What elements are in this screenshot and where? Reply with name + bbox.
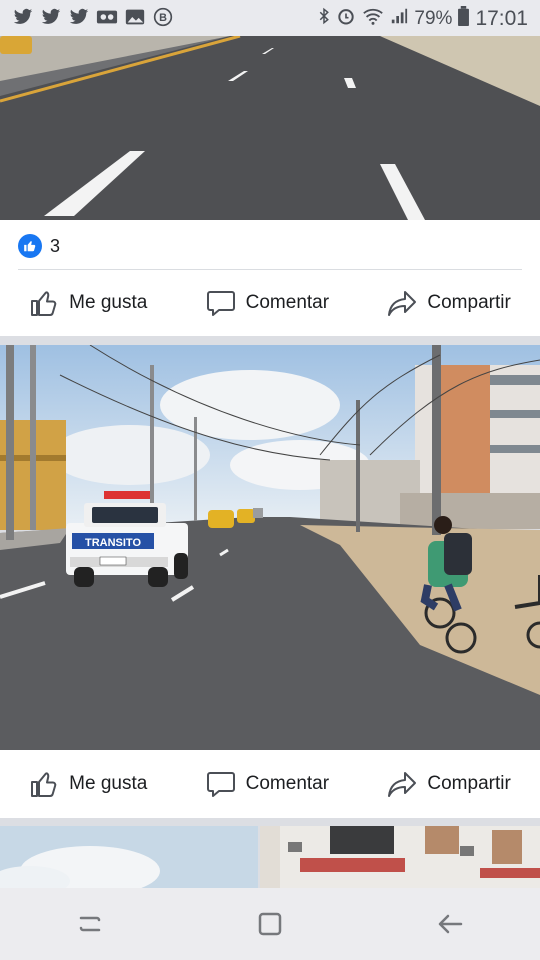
like-badge-icon <box>18 234 42 258</box>
comment-label: Comentar <box>245 773 330 794</box>
home-icon[interactable] <box>250 904 290 944</box>
post3-photo-right[interactable] <box>260 826 540 888</box>
battery-percent: 79% <box>414 8 453 29</box>
post2-footer: Me gusta Comentar Compartir <box>0 750 540 818</box>
battery-icon <box>458 6 470 32</box>
share-button[interactable]: Compartir <box>387 769 511 799</box>
share-button[interactable]: Compartir <box>387 288 511 318</box>
clock: 17:01 <box>475 7 528 30</box>
like-label: Me gusta <box>69 773 148 794</box>
like-button[interactable]: Me gusta <box>29 769 147 799</box>
post1-actions: Me gusta Comentar Compartir <box>0 273 540 333</box>
comment-icon <box>206 291 235 316</box>
comment-icon <box>206 772 235 797</box>
post3-photo-left[interactable] <box>0 826 258 888</box>
twitter-icon <box>68 7 90 27</box>
recent-apps-icon[interactable] <box>70 904 110 944</box>
twitter-icon <box>12 7 34 27</box>
thumbs-up-icon <box>31 772 57 797</box>
share-icon <box>388 291 417 316</box>
share-icon <box>388 772 417 797</box>
back-icon[interactable] <box>430 904 470 944</box>
reactions-summary[interactable]: 3 <box>18 234 60 258</box>
twitter-icon <box>40 7 62 27</box>
status-bar: B 79% 17:01 <box>0 0 540 36</box>
vehicle-text: TRANSITO <box>85 537 141 549</box>
thumbs-up-icon <box>31 291 57 316</box>
alarm-icon <box>336 6 356 32</box>
post2-photo[interactable]: TRANSITO <box>0 345 540 750</box>
svg-text:B: B <box>159 12 167 24</box>
like-label: Me gusta <box>69 292 148 313</box>
voicemail-icon <box>96 7 118 27</box>
comment-button[interactable]: Comentar <box>206 769 329 799</box>
share-label: Compartir <box>427 773 511 794</box>
signal-icon <box>390 6 408 32</box>
post1-photo[interactable] <box>0 36 540 220</box>
comment-label: Comentar <box>245 292 330 313</box>
comment-button[interactable]: Comentar <box>206 288 329 318</box>
share-label: Compartir <box>427 292 511 313</box>
divider <box>18 269 522 270</box>
image-icon <box>124 7 146 27</box>
reaction-count: 3 <box>50 235 61 256</box>
wifi-icon <box>362 6 384 32</box>
b-circle-icon: B <box>152 7 174 27</box>
navigation-bar <box>0 888 540 960</box>
like-button[interactable]: Me gusta <box>29 288 147 318</box>
post2-actions: Me gusta Comentar Compartir <box>0 754 540 814</box>
post1-footer: 3 Me gusta Comentar Compartir <box>0 220 540 336</box>
bluetooth-icon <box>318 6 330 32</box>
